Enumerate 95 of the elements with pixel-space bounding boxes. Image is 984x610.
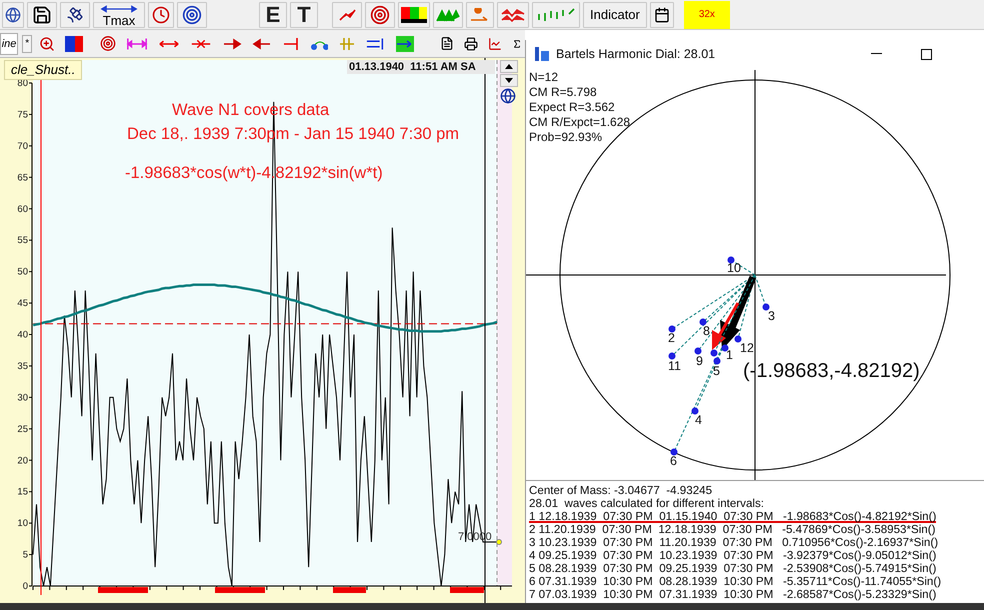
period-bar: [98, 587, 148, 593]
y-tick-label: 25: [17, 424, 28, 435]
color-bars-icon: [401, 6, 427, 22]
target-zoom-icon: [100, 35, 116, 52]
interval-row[interactable]: 5 08.28.1939 07:30 PM 09.25.1939 07:30 PM -2.53908*Cos()-5.74915*Sin(): [529, 562, 936, 575]
y-tick-label: 75: [17, 109, 28, 120]
scroll-down-button[interactable]: [500, 74, 518, 87]
center-of-mass-text: Center of Mass: -3.04677 -4.93245: [529, 484, 714, 497]
tmax-button[interactable]: Tmax: [93, 2, 145, 28]
chart-tab[interactable]: cle_Shust..: [4, 60, 82, 80]
e-button[interactable]: E: [259, 2, 287, 28]
left-arrow-icon: [252, 36, 272, 50]
date-time-label: 01.13.1940 11:51 AM SA: [347, 60, 495, 74]
crosshair-icon: [370, 4, 390, 24]
stat-line: Expect R=3.562: [529, 100, 616, 115]
period-bar: [450, 587, 484, 593]
document-icon: [440, 36, 454, 51]
calendar-icon: [654, 6, 670, 22]
star-button[interactable]: *: [22, 34, 32, 52]
interval-row[interactable]: 2 11.20.1939 07:30 PM 12.18.1939 07:30 PM -5.47869*Cos()-3.58953*Sin(): [529, 523, 936, 536]
zoom-factor-badge: 32x: [684, 0, 730, 28]
save-icon: [32, 4, 52, 24]
period-bar: [215, 587, 265, 593]
arrow-in-square-icon: [396, 36, 414, 52]
interval-row[interactable]: 6 07.31.1939 10:30 PM 08.28.1939 10:30 PM -5.35711*Cos()-11.74055*Sin(): [529, 575, 942, 588]
interval-row[interactable]: 1 12.18.1939 07:30 PM 01.15.1940 07:30 PM -1.98683*Cos()-4.82192*Sin(): [529, 510, 936, 523]
tab[interactable]: ine: [0, 32, 18, 54]
target-icon: [182, 4, 202, 24]
point-label: 12: [740, 342, 754, 355]
chart-icon: [488, 36, 502, 52]
y-tick-label: 0: [22, 581, 28, 592]
zoom-in-icon: [39, 34, 56, 52]
point-label: 3: [768, 310, 775, 323]
point-label: 8: [703, 325, 710, 338]
globe-icon[interactable]: [500, 88, 516, 104]
scroll-up-button[interactable]: [500, 60, 518, 73]
minimize-icon: [870, 53, 882, 55]
maximize-icon: [920, 48, 932, 60]
printer-icon: [464, 36, 478, 52]
width-arrow-icon: [126, 36, 148, 50]
y-tick-label: 20: [17, 455, 28, 466]
stat-line: CM R=5.798: [529, 85, 598, 100]
tool-button[interactable]: [177, 2, 207, 28]
tool-button[interactable]: [398, 2, 430, 28]
point-label: 11: [668, 360, 681, 373]
y-tick-label: 10: [17, 518, 28, 530]
right-arrow-icon: [222, 36, 242, 50]
interval-row[interactable]: 7 07.03.1939 10:30 PM 07.31.1939 10:30 PM -2.68587*Cos()-5.23329*Sin(): [529, 588, 936, 601]
y-tick-label: 40: [17, 330, 28, 340]
y-tick-label: 60: [17, 204, 28, 215]
indicator-button[interactable]: Indicator: [583, 2, 647, 28]
arrow-to-bar-icon: [282, 36, 300, 50]
y-tick-label: 35: [17, 360, 28, 372]
save-button[interactable]: [27, 2, 57, 28]
point-label: 9: [696, 355, 703, 368]
app-icon: [534, 46, 550, 62]
cursor-marker: [496, 539, 502, 545]
satellite-icon: [66, 6, 84, 24]
candlestick-icon: [536, 8, 576, 22]
stat-line: Prob=92.93%: [529, 130, 604, 145]
y-tick-label: 65: [17, 172, 28, 184]
up-triangle-icon: [505, 64, 513, 69]
interval-row[interactable]: 4 09.25.1939 07:30 PM 10.23.1939 07:30 PM -3.92379*Cos()-9.05012*Sin(): [529, 549, 936, 562]
point-label: 5: [713, 365, 720, 378]
point-label: 2: [668, 332, 675, 345]
arrows-to-bar-icon: [366, 36, 386, 50]
clock-icon: [152, 6, 170, 24]
y-tick-label: 55: [17, 235, 28, 246]
tool-button[interactable]: [60, 2, 90, 28]
tool-button[interactable]: [2, 2, 24, 28]
y-tick-label: 45: [17, 298, 28, 310]
triangles-icon: [436, 8, 460, 22]
split-block-icon: [65, 36, 84, 52]
zigzag-icon: [501, 8, 525, 22]
y-tick-label: 70: [17, 140, 28, 152]
point-label: 1: [726, 349, 733, 362]
y-tick-label: 50: [17, 266, 28, 278]
y-tick-label: 5: [22, 550, 28, 561]
summary-text: 28.01 waves calculated for different intervals:: [529, 497, 766, 510]
globe-icon: [5, 6, 21, 22]
t-button[interactable]: T: [290, 2, 318, 28]
period-bar: [333, 587, 366, 593]
window-title: Bartels Harmonic Dial: 28.01: [556, 47, 716, 61]
bars-icon: [338, 36, 356, 50]
point-label: 10: [727, 262, 741, 275]
stat-line: N=12: [529, 70, 560, 85]
tool-button[interactable]: [650, 2, 674, 28]
y-tick-label: 30: [17, 392, 28, 404]
point-label: 4: [695, 414, 702, 427]
down-triangle-icon: [505, 78, 513, 83]
interval-row[interactable]: 3 10.23.1939 07:30 PM 11.20.1939 07:30 PM 0.710956*Cos()-2.16937*Sin(): [529, 536, 938, 549]
stat-line: CM R/Expct=1.628: [529, 115, 630, 130]
line-pen-icon: [337, 8, 357, 22]
y-tick-label: 15: [17, 486, 28, 498]
point-label: 6: [670, 455, 677, 468]
